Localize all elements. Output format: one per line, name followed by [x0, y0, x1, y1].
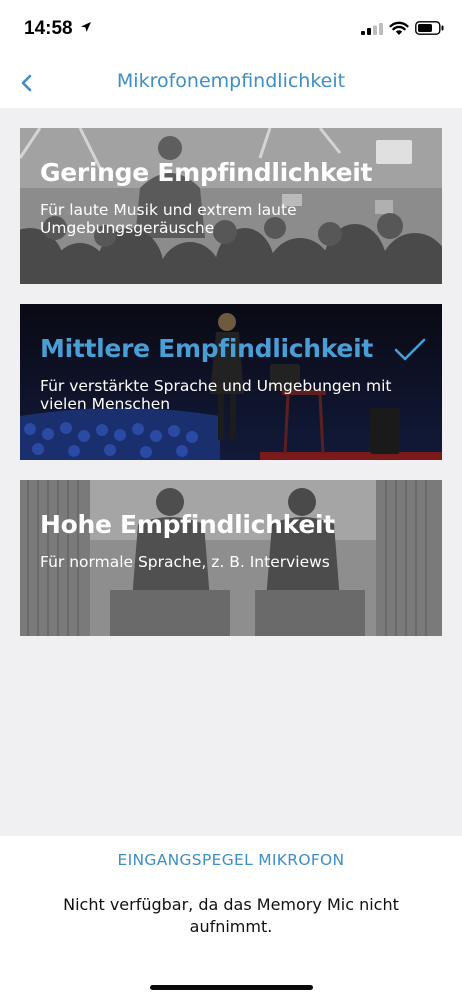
input-level-panel: EINGANGSPEGEL MIKROFON Nicht verfügbar, … [0, 836, 462, 1000]
option-medium-sensitivity[interactable]: Mittlere Empfindlichkeit Für verstärkte … [20, 304, 442, 460]
option-description: Für normale Sprache, z. B. Interviews [40, 553, 330, 571]
option-title: Mittlere Empfindlichkeit [40, 334, 374, 363]
battery-icon [415, 21, 444, 35]
option-high-sensitivity[interactable]: Hohe Empfindlichkeit Für normale Sprache… [20, 480, 442, 636]
wifi-icon [389, 21, 409, 35]
page-title: Mikrofonempfindlichkeit [116, 70, 346, 92]
option-title: Geringe Empfindlichkeit [40, 158, 373, 187]
navigation-bar: Mikrofonempfindlichkeit [0, 58, 462, 108]
location-arrow-icon [81, 22, 91, 32]
checkmark-icon [394, 338, 426, 361]
status-bar: 14:58 [0, 0, 462, 58]
option-title: Hohe Empfindlichkeit [40, 510, 335, 539]
option-low-sensitivity[interactable]: Geringe Empfindlichkeit Für laute Musik … [20, 128, 442, 284]
input-level-heading: EINGANGSPEGEL MIKROFON [117, 851, 345, 869]
input-level-status: Nicht verfügbar, da das Memory Mic nicht… [63, 895, 399, 936]
option-description: Für laute Musik und extrem laute Umgebun… [40, 201, 297, 237]
status-time: 14:58 [24, 18, 73, 39]
option-description: Für verstärkte Sprache und Umgebungen mi… [40, 377, 392, 413]
home-indicator [150, 985, 313, 990]
cellular-signal-icon [361, 23, 383, 35]
